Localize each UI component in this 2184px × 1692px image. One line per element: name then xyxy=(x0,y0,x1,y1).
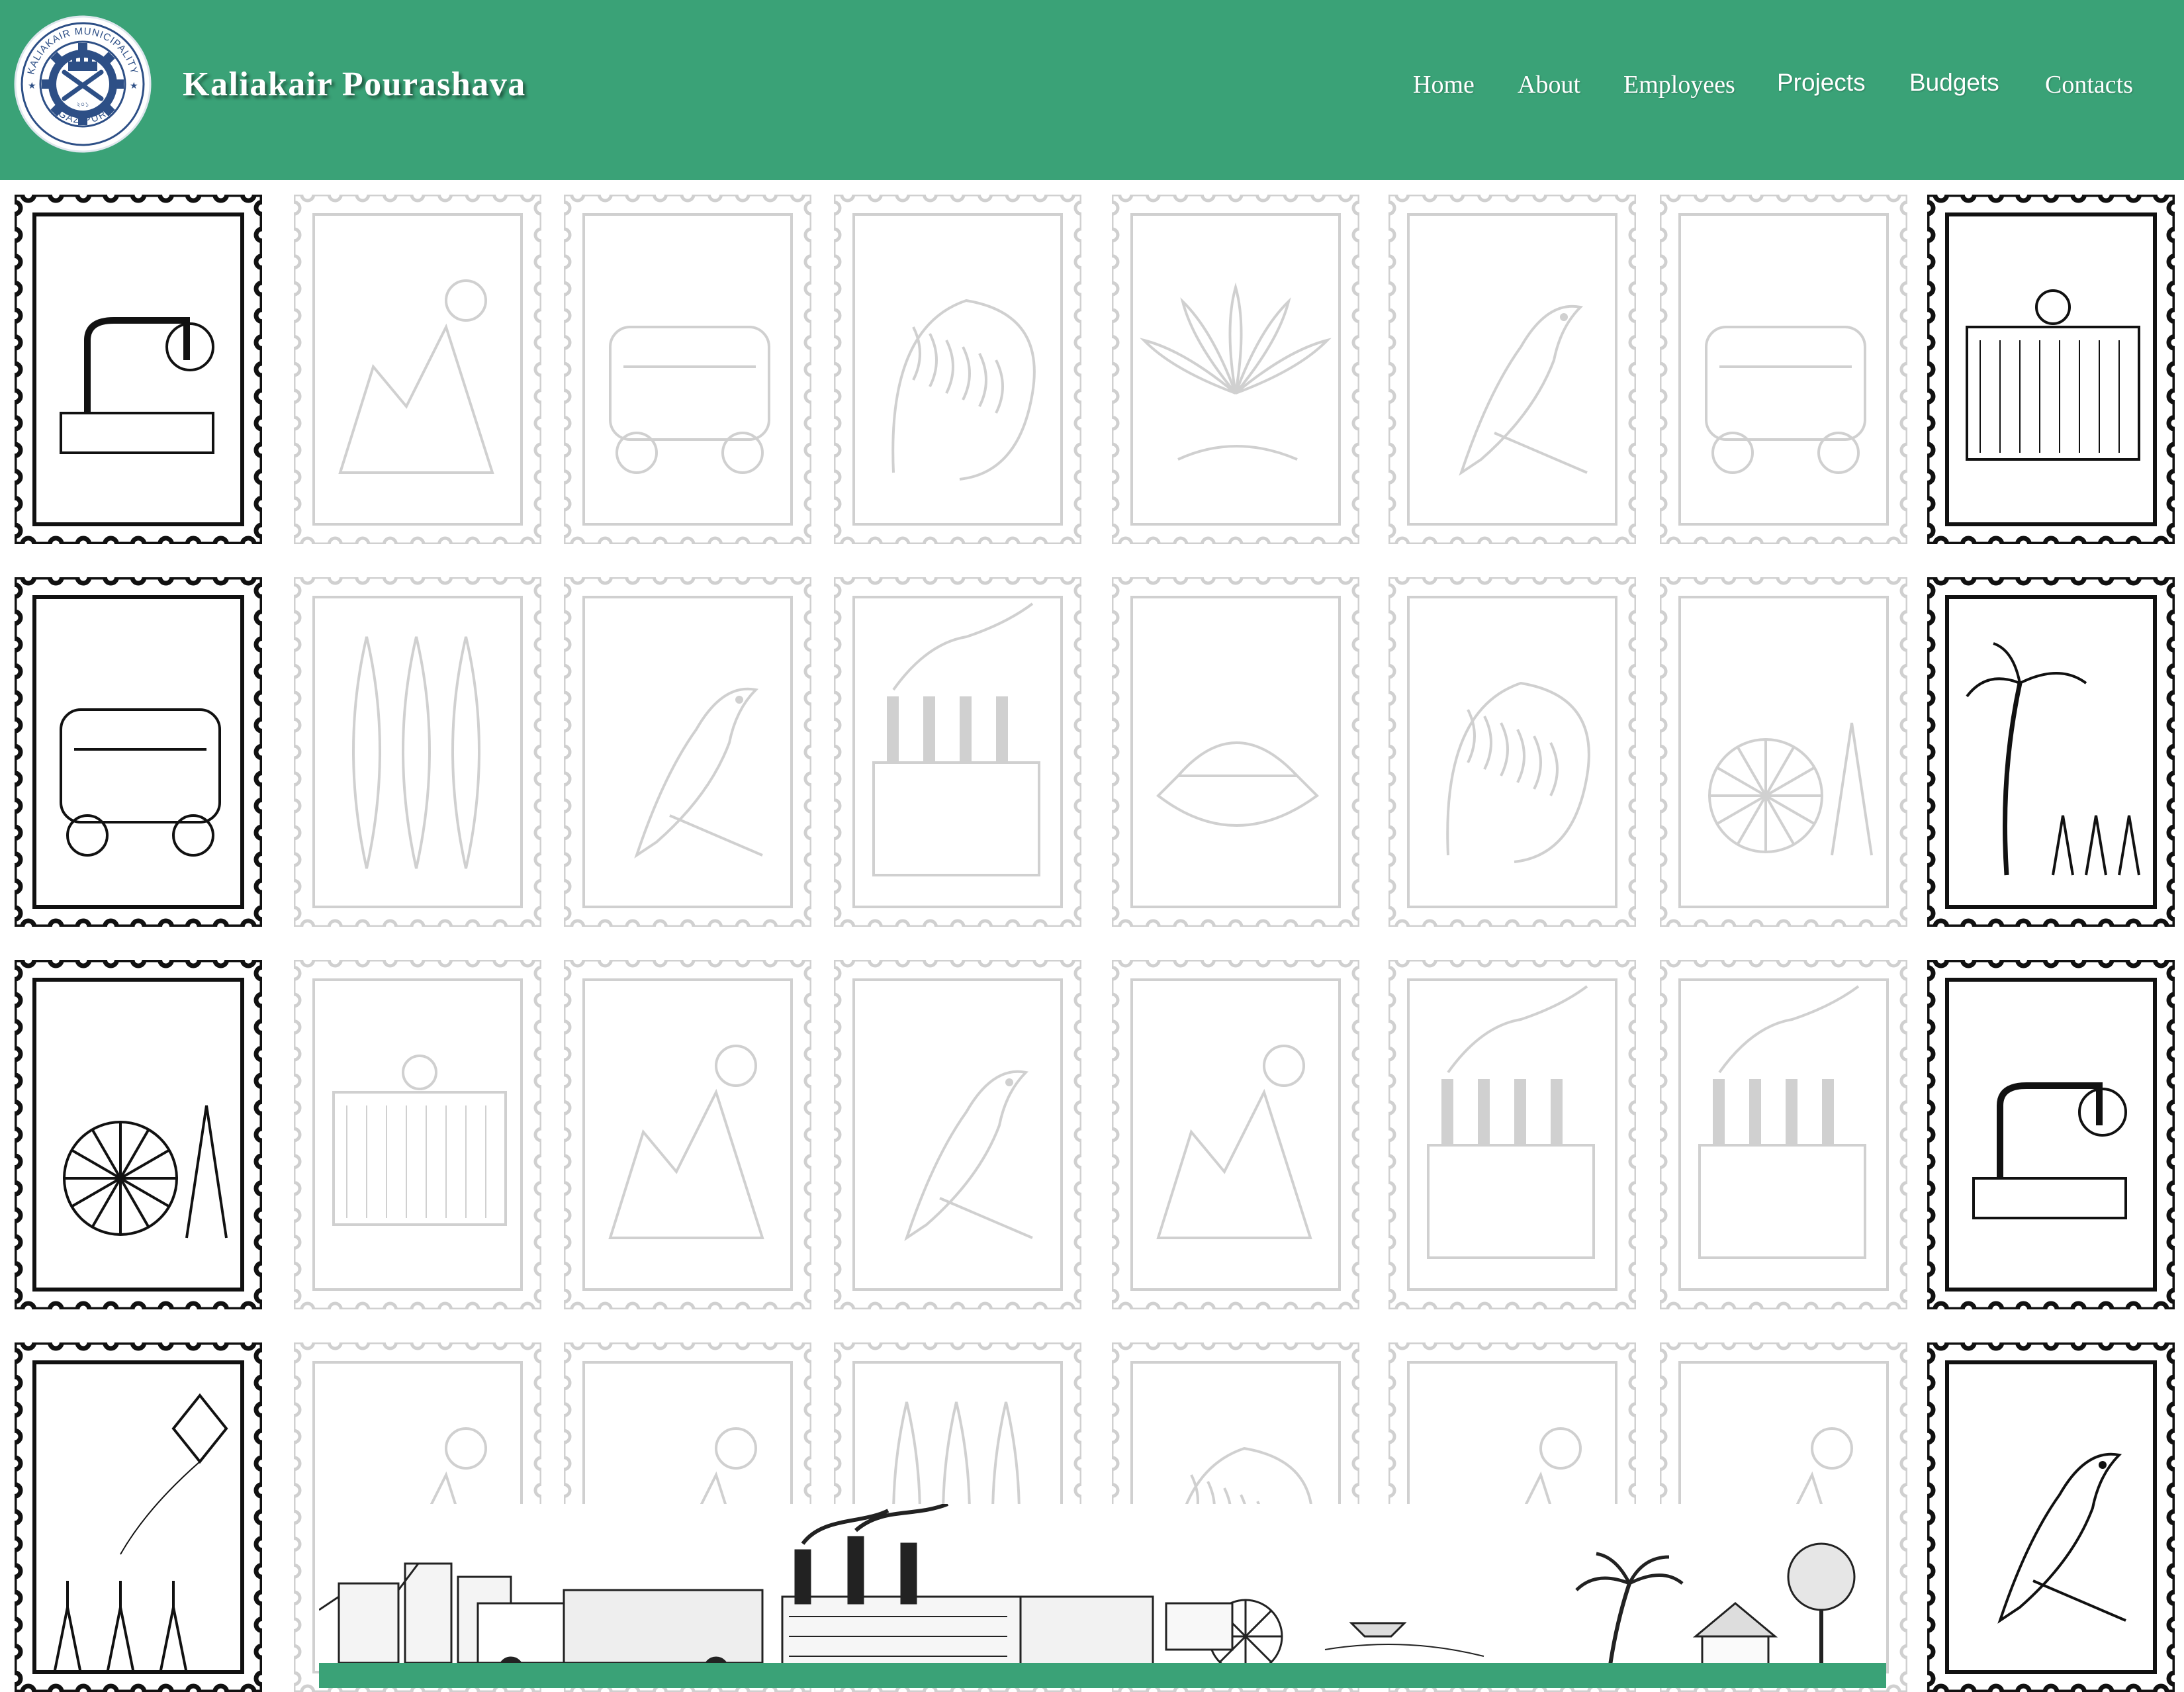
stamp-wooden-boat xyxy=(1112,577,1359,927)
stamp-wall xyxy=(0,180,2184,1692)
logo-year: ২০১ xyxy=(76,101,89,109)
stamp-water-lily xyxy=(1112,195,1359,544)
stamp-magpie-robin xyxy=(1388,195,1636,544)
stamp-auto-rickshaw xyxy=(1660,195,1907,544)
stamp-palm-tree-boys xyxy=(1927,577,2175,927)
nav-home[interactable]: Home xyxy=(1413,70,1475,99)
stamp-farmer-planting xyxy=(294,195,541,544)
stamp-textile-mill xyxy=(1660,960,1907,1309)
stamp-woman-with-pottery xyxy=(1112,960,1359,1309)
stamp-sewing-machine xyxy=(15,195,262,544)
town-panorama-illustration xyxy=(319,1504,1856,1683)
stamp-farm-scene xyxy=(564,960,811,1309)
banner-green-bar xyxy=(319,1663,1886,1688)
municipality-logo-icon[interactable]: KALIAKAIR MUNICIPALITY GAZIPUR xyxy=(13,15,152,154)
stamp-hilsa-fish xyxy=(294,577,541,927)
svg-text:★: ★ xyxy=(130,81,138,91)
stamp-factory-chimneys xyxy=(1388,960,1636,1309)
nav-about[interactable]: About xyxy=(1518,70,1580,99)
stamp-charkha-spinning-wheel xyxy=(15,960,262,1309)
stamp-magpie-robin xyxy=(564,577,811,927)
svg-text:★: ★ xyxy=(28,81,36,91)
stamp-rickshaw-puller xyxy=(564,195,811,544)
stamp-cng-auto-rickshaw xyxy=(15,577,262,927)
stamp-leaping-tiger xyxy=(1388,577,1636,927)
stamp-woman-with-wheel xyxy=(1660,577,1907,927)
site-title[interactable]: Kaliakair Pourashava xyxy=(183,65,526,104)
nav-projects[interactable]: Projects xyxy=(1777,69,1866,97)
stamp-handloom-weaver xyxy=(1927,195,2175,544)
nav-employees[interactable]: Employees xyxy=(1623,70,1735,99)
town-panorama-banner xyxy=(319,1504,1886,1688)
stamp-textile-mill xyxy=(834,577,1081,927)
site-header: KALIAKAIR MUNICIPALITY GAZIPUR xyxy=(0,0,2184,180)
nav-budgets[interactable]: Budgets xyxy=(1909,69,1999,97)
stamp-tiger-face xyxy=(834,195,1081,544)
stamp-parrot xyxy=(834,960,1081,1309)
stamp-magpie-robin xyxy=(1927,1342,2175,1692)
nav-contacts[interactable]: Contacts xyxy=(2045,70,2133,99)
stamp-sewing-machine xyxy=(1927,960,2175,1309)
stamp-handloom-weaver xyxy=(294,960,541,1309)
stamp-boys-flying-kite xyxy=(15,1342,262,1692)
